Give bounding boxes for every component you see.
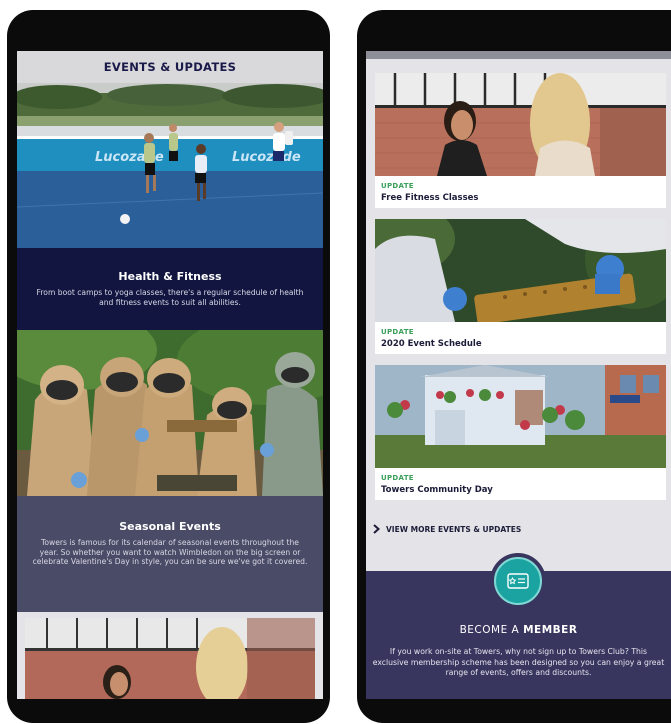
update-card-2[interactable]: UPDATE 2020 Event Schedule xyxy=(375,322,666,354)
phone-frame-left: EVENTS & UPDATES Lucozade Lucozade Healt… xyxy=(7,10,330,723)
updates-screen[interactable]: UPDATE Free Fitness Classes UPDATE 2020 … xyxy=(366,51,671,699)
page-title: EVENTS & UPDATES xyxy=(17,51,323,83)
update-tag: UPDATE xyxy=(381,182,414,190)
member-title: BECOME A MEMBER xyxy=(459,624,578,636)
update-title: 2020 Event Schedule xyxy=(381,339,482,349)
seasonal-events-panel[interactable]: Seasonal Events Towers is famous for its… xyxy=(17,496,323,612)
view-more-link[interactable]: VIEW MORE EVENTS & UPDATES xyxy=(373,524,521,534)
phone-frame-right: UPDATE Free Fitness Classes UPDATE 2020 … xyxy=(357,10,671,723)
membership-badge xyxy=(490,553,546,609)
seasonal-events-title: Seasonal Events xyxy=(119,520,221,533)
view-more-label: VIEW MORE EVENTS & UPDATES xyxy=(386,524,522,534)
chevron-right-icon xyxy=(373,524,380,534)
events-screen[interactable]: EVENTS & UPDATES Lucozade Lucozade Healt… xyxy=(17,51,323,699)
become-member-section[interactable]: BECOME A MEMBER If you work on-site at T… xyxy=(366,553,671,699)
update-title: Towers Community Day xyxy=(381,485,493,495)
banner-lucozade-2: Lucozade xyxy=(232,150,301,165)
membership-card-icon xyxy=(507,573,529,589)
seasonal-events-image[interactable] xyxy=(17,330,323,496)
update-title: Free Fitness Classes xyxy=(381,193,479,203)
update-tag: UPDATE xyxy=(381,328,414,336)
seasonal-events-description: Towers is famous for its calendar of sea… xyxy=(32,538,308,566)
top-bar xyxy=(366,51,671,59)
member-description: If you work on-site at Towers, why not s… xyxy=(372,647,665,677)
health-fitness-image[interactable]: Lucozade Lucozade xyxy=(17,83,323,248)
event-schedule-image[interactable] xyxy=(375,219,666,322)
health-fitness-panel[interactable]: Health & Fitness From boot camps to yoga… xyxy=(17,248,323,330)
health-fitness-description: From boot camps to yoga classes, there's… xyxy=(36,288,304,307)
update-tag: UPDATE xyxy=(381,474,414,482)
next-card-image[interactable] xyxy=(17,612,323,699)
free-fitness-image[interactable] xyxy=(375,73,666,176)
community-day-image[interactable] xyxy=(375,365,666,468)
health-fitness-title: Health & Fitness xyxy=(118,270,222,283)
update-card-1[interactable]: UPDATE Free Fitness Classes xyxy=(375,176,666,208)
update-card-3[interactable]: UPDATE Towers Community Day xyxy=(375,468,666,500)
